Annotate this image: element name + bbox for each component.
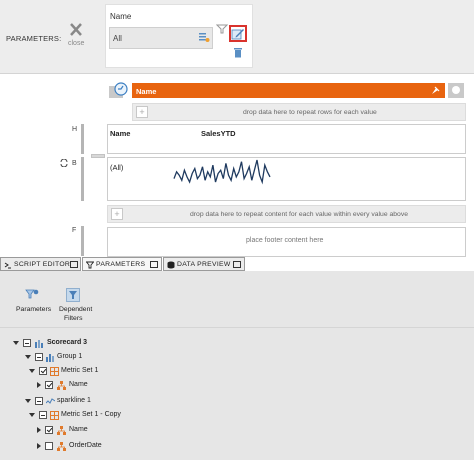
expand-toggle[interactable] <box>29 413 35 417</box>
remove-icon <box>452 86 460 94</box>
column-header-salesytd[interactable]: SalesYTD <box>201 129 236 138</box>
expand-toggle[interactable] <box>25 355 31 359</box>
tree-item-orderdate-field[interactable]: OrderDate <box>0 440 474 454</box>
dependent-filters-icon[interactable] <box>66 288 80 302</box>
body-band-area[interactable] <box>107 157 466 201</box>
list-settings-icon[interactable] <box>198 31 210 43</box>
tree-checkbox[interactable] <box>45 381 53 389</box>
tree-item-label: Scorecard 3 <box>47 339 88 346</box>
trash-icon[interactable] <box>233 47 243 58</box>
dependent-filters-label-line1[interactable]: Dependent <box>59 306 92 313</box>
band-resize-grip[interactable] <box>91 154 105 158</box>
tree-item-label: Group 1 <box>57 353 83 360</box>
header-band-title: Name <box>136 87 157 96</box>
hierarchy-field-icon <box>57 442 66 451</box>
header-band[interactable] <box>132 83 445 98</box>
tab-data-preview[interactable]: DATA PREVIEW <box>163 257 245 271</box>
rows-drop-text: drop data here to repeat rows for each v… <box>243 109 377 116</box>
expand-toggle[interactable] <box>37 443 41 449</box>
expand-toggle[interactable] <box>37 382 41 388</box>
close-label[interactable]: close <box>68 40 84 47</box>
dock-window-icon[interactable] <box>233 261 241 268</box>
sparkline-node-icon <box>46 398 55 404</box>
header-band-letter: H <box>72 126 78 133</box>
tab-script-editor-label: SCRIPT EDITOR <box>14 261 71 268</box>
body-band-letter: B <box>72 160 77 167</box>
dock-window-icon[interactable] <box>150 261 158 268</box>
edit-icon <box>231 29 244 40</box>
body-band-handle[interactable] <box>81 157 84 201</box>
tree-item-label: Name <box>69 381 88 388</box>
tree-item-group[interactable]: Group 1 <box>0 351 474 365</box>
footer-band-handle[interactable] <box>81 226 84 256</box>
terminal-icon <box>4 262 11 269</box>
tree-checkbox[interactable] <box>45 426 53 434</box>
parameter-value: All <box>113 34 122 43</box>
tree-item-label: Metric Set 1 - Copy <box>61 411 121 418</box>
pin-icon[interactable] <box>430 85 440 96</box>
toolbar-separator <box>0 327 474 328</box>
footer-placeholder: place footer content here <box>246 237 324 244</box>
group-node-icon <box>46 354 54 362</box>
tree-item-label: Name <box>69 426 88 433</box>
tab-parameters-label: PARAMETERS <box>96 261 146 268</box>
tree-checkbox[interactable] <box>35 397 43 405</box>
sparkline-series <box>173 159 271 185</box>
tree-item-label: sparkline 1 <box>57 397 91 404</box>
tree-item-label: Metric Set 1 <box>61 367 99 374</box>
tab-data-preview-label: DATA PREVIEW <box>177 261 231 268</box>
metric-set-icon <box>50 367 59 376</box>
footer-band-letter: F <box>72 227 77 234</box>
expand-toggle[interactable] <box>37 427 41 433</box>
hierarchy-field-icon <box>57 381 66 390</box>
expand-toggle[interactable] <box>13 341 19 345</box>
tree-item-sparkline[interactable]: sparkline 1 <box>0 395 474 409</box>
database-icon <box>167 261 175 269</box>
dependent-filters-label-line2[interactable]: Filters <box>64 315 83 322</box>
tree-item-scorecard[interactable]: Scorecard 3 <box>0 337 474 351</box>
sparkline-chart[interactable] <box>172 156 272 186</box>
tree-checkbox[interactable] <box>35 353 43 361</box>
filter-outline-icon[interactable] <box>216 24 228 34</box>
tree-checkbox[interactable] <box>23 339 31 347</box>
expand-toggle[interactable] <box>29 369 35 373</box>
tree-checkbox[interactable] <box>45 442 53 450</box>
add-rows-button[interactable]: + <box>136 106 148 118</box>
report-designer-window: PARAMETERS: close Name All Name + drop d… <box>0 0 474 460</box>
column-header-name[interactable]: Name <box>110 129 130 138</box>
header-band-handle[interactable] <box>81 124 84 154</box>
metric-set-icon <box>50 411 59 420</box>
tab-script-editor[interactable]: SCRIPT EDITOR <box>0 257 81 271</box>
repeat-icon[interactable] <box>60 159 68 167</box>
funnel-icon <box>86 261 94 269</box>
tree-item-metric-set-copy[interactable]: Metric Set 1 - Copy <box>0 409 474 423</box>
remove-band-button[interactable] <box>448 83 464 98</box>
parameters-tool-label[interactable]: Parameters <box>16 306 51 313</box>
parameters-title: PARAMETERS: <box>6 34 62 43</box>
content-drop-text: drop data here to repeat content for eac… <box>190 211 409 218</box>
expand-toggle[interactable] <box>25 399 31 403</box>
header-band-area[interactable] <box>107 124 466 154</box>
tree-item-label: OrderDate <box>69 442 102 449</box>
dock-window-icon[interactable] <box>70 261 78 268</box>
add-content-button[interactable]: + <box>111 208 123 220</box>
scorecard-icon <box>109 82 128 98</box>
edit-parameter-button[interactable] <box>229 25 247 42</box>
tree-item-metric-set[interactable]: Metric Set 1 <box>0 365 474 379</box>
tree-item-name-field[interactable]: Name <box>0 379 474 393</box>
parameter-name: Name <box>110 12 132 21</box>
tab-parameters[interactable]: PARAMETERS <box>82 257 162 271</box>
hierarchy-field-icon <box>57 426 66 435</box>
tree-item-name-field-copy[interactable]: Name <box>0 424 474 438</box>
tree-checkbox[interactable] <box>39 411 47 419</box>
parameters-icon[interactable] <box>25 288 39 300</box>
scorecard-node-icon <box>35 340 43 348</box>
tree-checkbox[interactable] <box>39 367 47 375</box>
close-icon[interactable] <box>66 22 86 38</box>
row-name-value[interactable]: (All) <box>110 163 123 172</box>
